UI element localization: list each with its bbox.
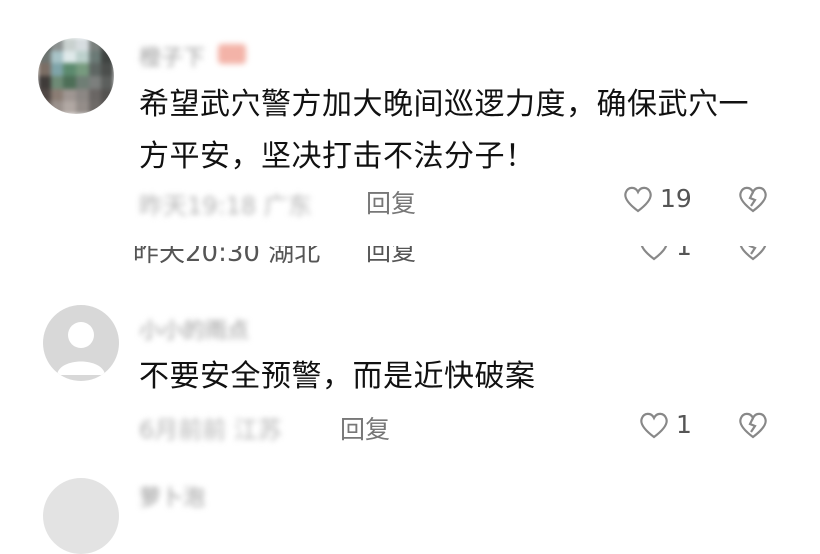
username[interactable]: 橙子下 bbox=[139, 40, 205, 72]
broken-heart-icon[interactable] bbox=[737, 246, 769, 262]
reply-button[interactable]: 回复 bbox=[366, 246, 416, 268]
heart-outline-icon[interactable] bbox=[622, 184, 654, 214]
like-count: 19 bbox=[660, 184, 692, 213]
heart-outline-icon[interactable] bbox=[638, 410, 670, 440]
comment-content-line1: 希望武穴警方加大晚间巡逻力度，确保武穴一 bbox=[139, 87, 749, 122]
comment-meta: 昨天19:18 广东 bbox=[139, 192, 312, 220]
reply-button[interactable]: 回复 bbox=[366, 184, 416, 220]
comment-meta: 6月前前 江苏 bbox=[139, 416, 282, 444]
default-user-icon bbox=[57, 322, 105, 375]
broken-heart-icon[interactable] bbox=[737, 410, 769, 440]
avatar[interactable] bbox=[43, 478, 119, 554]
username[interactable]: 小小的雨点 bbox=[139, 313, 249, 345]
broken-heart-icon[interactable] bbox=[737, 184, 769, 214]
comment-2-meta-clip: 昨天20:30 湖北 回复 1 bbox=[0, 246, 820, 270]
avatar[interactable] bbox=[43, 305, 119, 381]
comment-content: 不要安全预警，而是近快破案 bbox=[139, 359, 536, 394]
comment-content-line2: 方平安，坚决打击不法分子！ bbox=[139, 139, 536, 174]
like-count: 1 bbox=[676, 246, 692, 261]
username[interactable]: 萝卜泡 bbox=[139, 480, 205, 512]
reply-button[interactable]: 回复 bbox=[340, 410, 390, 446]
user-badge bbox=[218, 44, 246, 64]
comment-meta: 昨天20:30 湖北 bbox=[133, 246, 321, 268]
heart-outline-icon[interactable] bbox=[638, 246, 670, 262]
avatar[interactable] bbox=[38, 38, 114, 114]
like-count: 1 bbox=[676, 410, 692, 439]
